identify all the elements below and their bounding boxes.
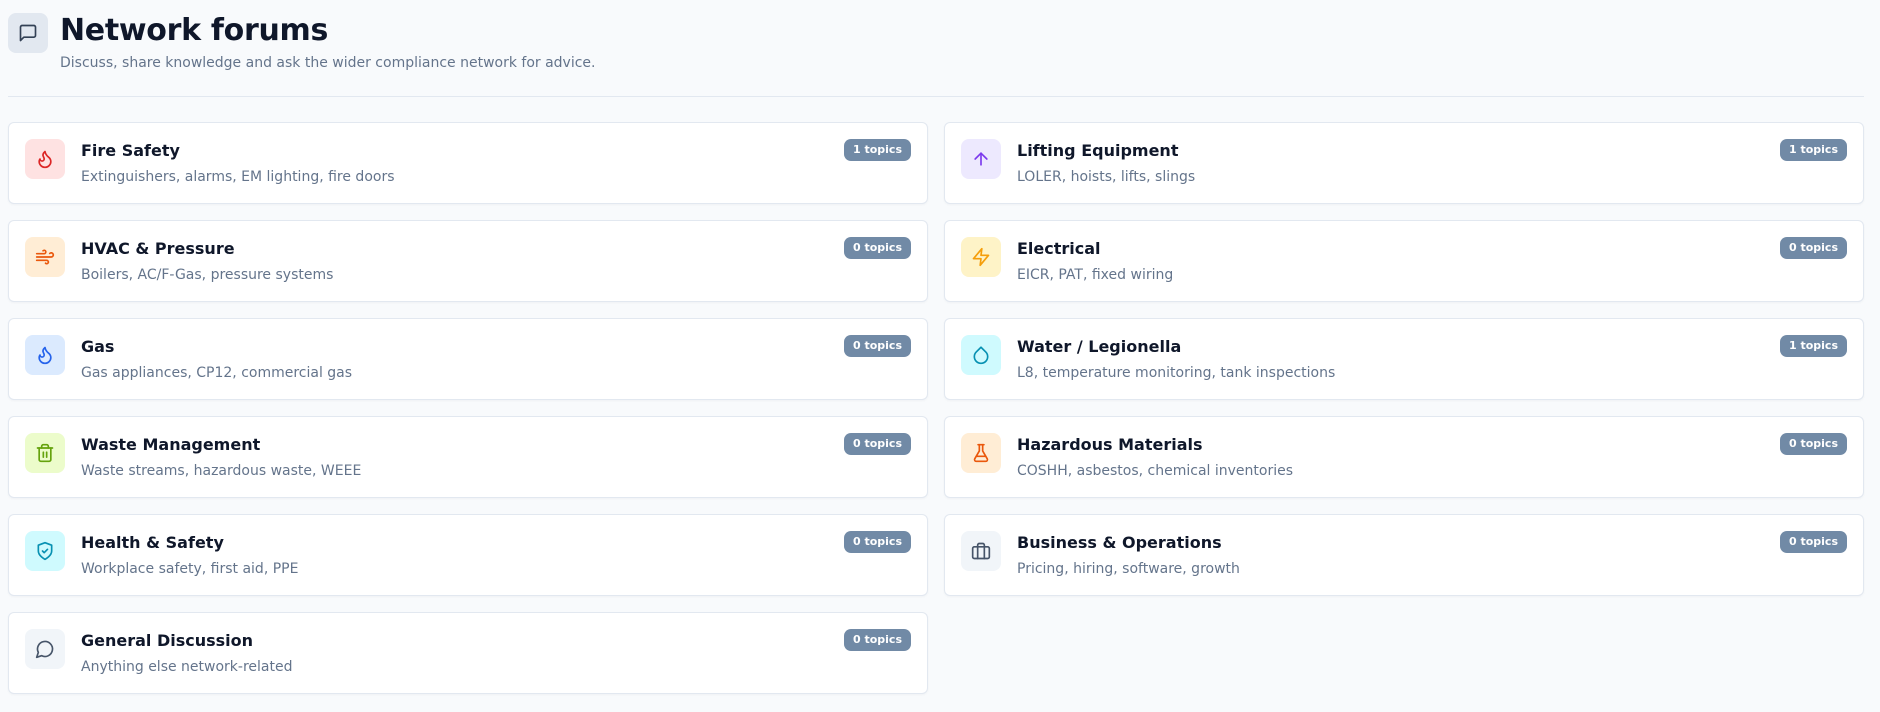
forum-card-hvac-pressure[interactable]: HVAC & Pressure Boilers, AC/F-Gas, press…	[8, 220, 928, 302]
forum-card-gas[interactable]: Gas Gas appliances, CP12, commercial gas…	[8, 318, 928, 400]
topic-count: 0	[1788, 535, 1797, 548]
forum-description: Workplace safety, first aid, PPE	[81, 561, 299, 577]
droplet-icon	[961, 335, 1001, 375]
forum-title: Gas	[81, 337, 115, 356]
zap-icon	[961, 237, 1001, 277]
forum-title: Water / Legionella	[1017, 337, 1182, 356]
forum-title: HVAC & Pressure	[81, 239, 235, 258]
forum-card-lifting-equipment[interactable]: Lifting Equipment LOLER, hoists, lifts, …	[944, 122, 1864, 204]
forum-description: Anything else network-related	[81, 659, 293, 675]
trash-icon	[25, 433, 65, 473]
topic-count: 0	[852, 339, 861, 352]
topic-count: 0	[852, 633, 861, 646]
topic-count: 1	[1788, 143, 1797, 156]
topic-label: topics	[864, 241, 902, 254]
wind-icon	[25, 237, 65, 277]
topic-count: 1	[852, 143, 861, 156]
topic-label: topics	[1800, 241, 1838, 254]
forum-description: Extinguishers, alarms, EM lighting, fire…	[81, 169, 395, 185]
forum-description: Boilers, AC/F-Gas, pressure systems	[81, 267, 334, 283]
forum-card-electrical[interactable]: Electrical EICR, PAT, fixed wiring 0 top…	[944, 220, 1864, 302]
gas-flame-icon	[25, 335, 65, 375]
shield-check-icon	[25, 531, 65, 571]
topic-label: topics	[1800, 437, 1838, 450]
message-square-icon	[8, 13, 48, 53]
forum-title: Electrical	[1017, 239, 1101, 258]
forum-title: Lifting Equipment	[1017, 141, 1179, 160]
forum-card-hazardous-materials[interactable]: Hazardous Materials COSHH, asbestos, che…	[944, 416, 1864, 498]
message-circle-icon	[25, 629, 65, 669]
forum-card-waste-management[interactable]: Waste Management Waste streams, hazardou…	[8, 416, 928, 498]
briefcase-icon	[961, 531, 1001, 571]
forum-card-general-discussion[interactable]: General Discussion Anything else network…	[8, 612, 928, 694]
forum-description: L8, temperature monitoring, tank inspect…	[1017, 365, 1336, 381]
forum-card-water-legionella[interactable]: Water / Legionella L8, temperature monit…	[944, 318, 1864, 400]
topic-label: topics	[864, 535, 902, 548]
page-header: Network forums Discuss, share knowledge …	[8, 13, 1864, 97]
topic-label: topics	[864, 437, 902, 450]
topic-label: topics	[864, 339, 902, 352]
forum-title: Waste Management	[81, 435, 261, 454]
flask-icon	[961, 433, 1001, 473]
forum-description: Waste streams, hazardous waste, WEEE	[81, 463, 362, 479]
forum-title: General Discussion	[81, 631, 254, 650]
flame-icon	[25, 139, 65, 179]
page-title: Network forums	[60, 13, 329, 48]
topic-count-badge: 1 topics	[843, 139, 911, 161]
topic-count-badge: 0 topics	[843, 335, 911, 357]
topic-count-badge: 0 topics	[1779, 237, 1847, 259]
topic-label: topics	[1800, 143, 1838, 156]
topic-count-badge: 1 topics	[1779, 335, 1847, 357]
topic-label: topics	[1800, 535, 1838, 548]
forum-title: Fire Safety	[81, 141, 180, 160]
header-divider	[8, 96, 1864, 97]
forum-description: EICR, PAT, fixed wiring	[1017, 267, 1174, 283]
topic-count: 0	[1788, 241, 1797, 254]
forum-title: Business & Operations	[1017, 533, 1222, 552]
topic-count: 0	[852, 241, 861, 254]
forum-card-business-operations[interactable]: Business & Operations Pricing, hiring, s…	[944, 514, 1864, 596]
page-subtitle: Discuss, share knowledge and ask the wid…	[60, 55, 596, 71]
forum-title: Health & Safety	[81, 533, 224, 552]
forum-card-fire-safety[interactable]: Fire Safety Extinguishers, alarms, EM li…	[8, 122, 928, 204]
topic-count: 0	[1788, 437, 1797, 450]
forum-description: COSHH, asbestos, chemical inventories	[1017, 463, 1294, 479]
forum-description: Pricing, hiring, software, growth	[1017, 561, 1240, 577]
topic-count: 0	[852, 437, 861, 450]
topic-count-badge: 0 topics	[843, 433, 911, 455]
topic-count-badge: 0 topics	[1779, 531, 1847, 553]
forum-title: Hazardous Materials	[1017, 435, 1203, 454]
forum-description: LOLER, hoists, lifts, slings	[1017, 169, 1196, 185]
topic-label: topics	[864, 143, 902, 156]
topic-count: 1	[1788, 339, 1797, 352]
forum-card-health-safety[interactable]: Health & Safety Workplace safety, first …	[8, 514, 928, 596]
forum-description: Gas appliances, CP12, commercial gas	[81, 365, 353, 381]
topic-label: topics	[1800, 339, 1838, 352]
arrow-up-icon	[961, 139, 1001, 179]
forum-grid: Fire Safety Extinguishers, alarms, EM li…	[8, 122, 1864, 694]
topic-label: topics	[864, 633, 902, 646]
topic-count-badge: 0 topics	[843, 531, 911, 553]
topic-count-badge: 0 topics	[843, 237, 911, 259]
topic-count-badge: 1 topics	[1779, 139, 1847, 161]
topic-count-badge: 0 topics	[843, 629, 911, 651]
topic-count: 0	[852, 535, 861, 548]
topic-count-badge: 0 topics	[1779, 433, 1847, 455]
